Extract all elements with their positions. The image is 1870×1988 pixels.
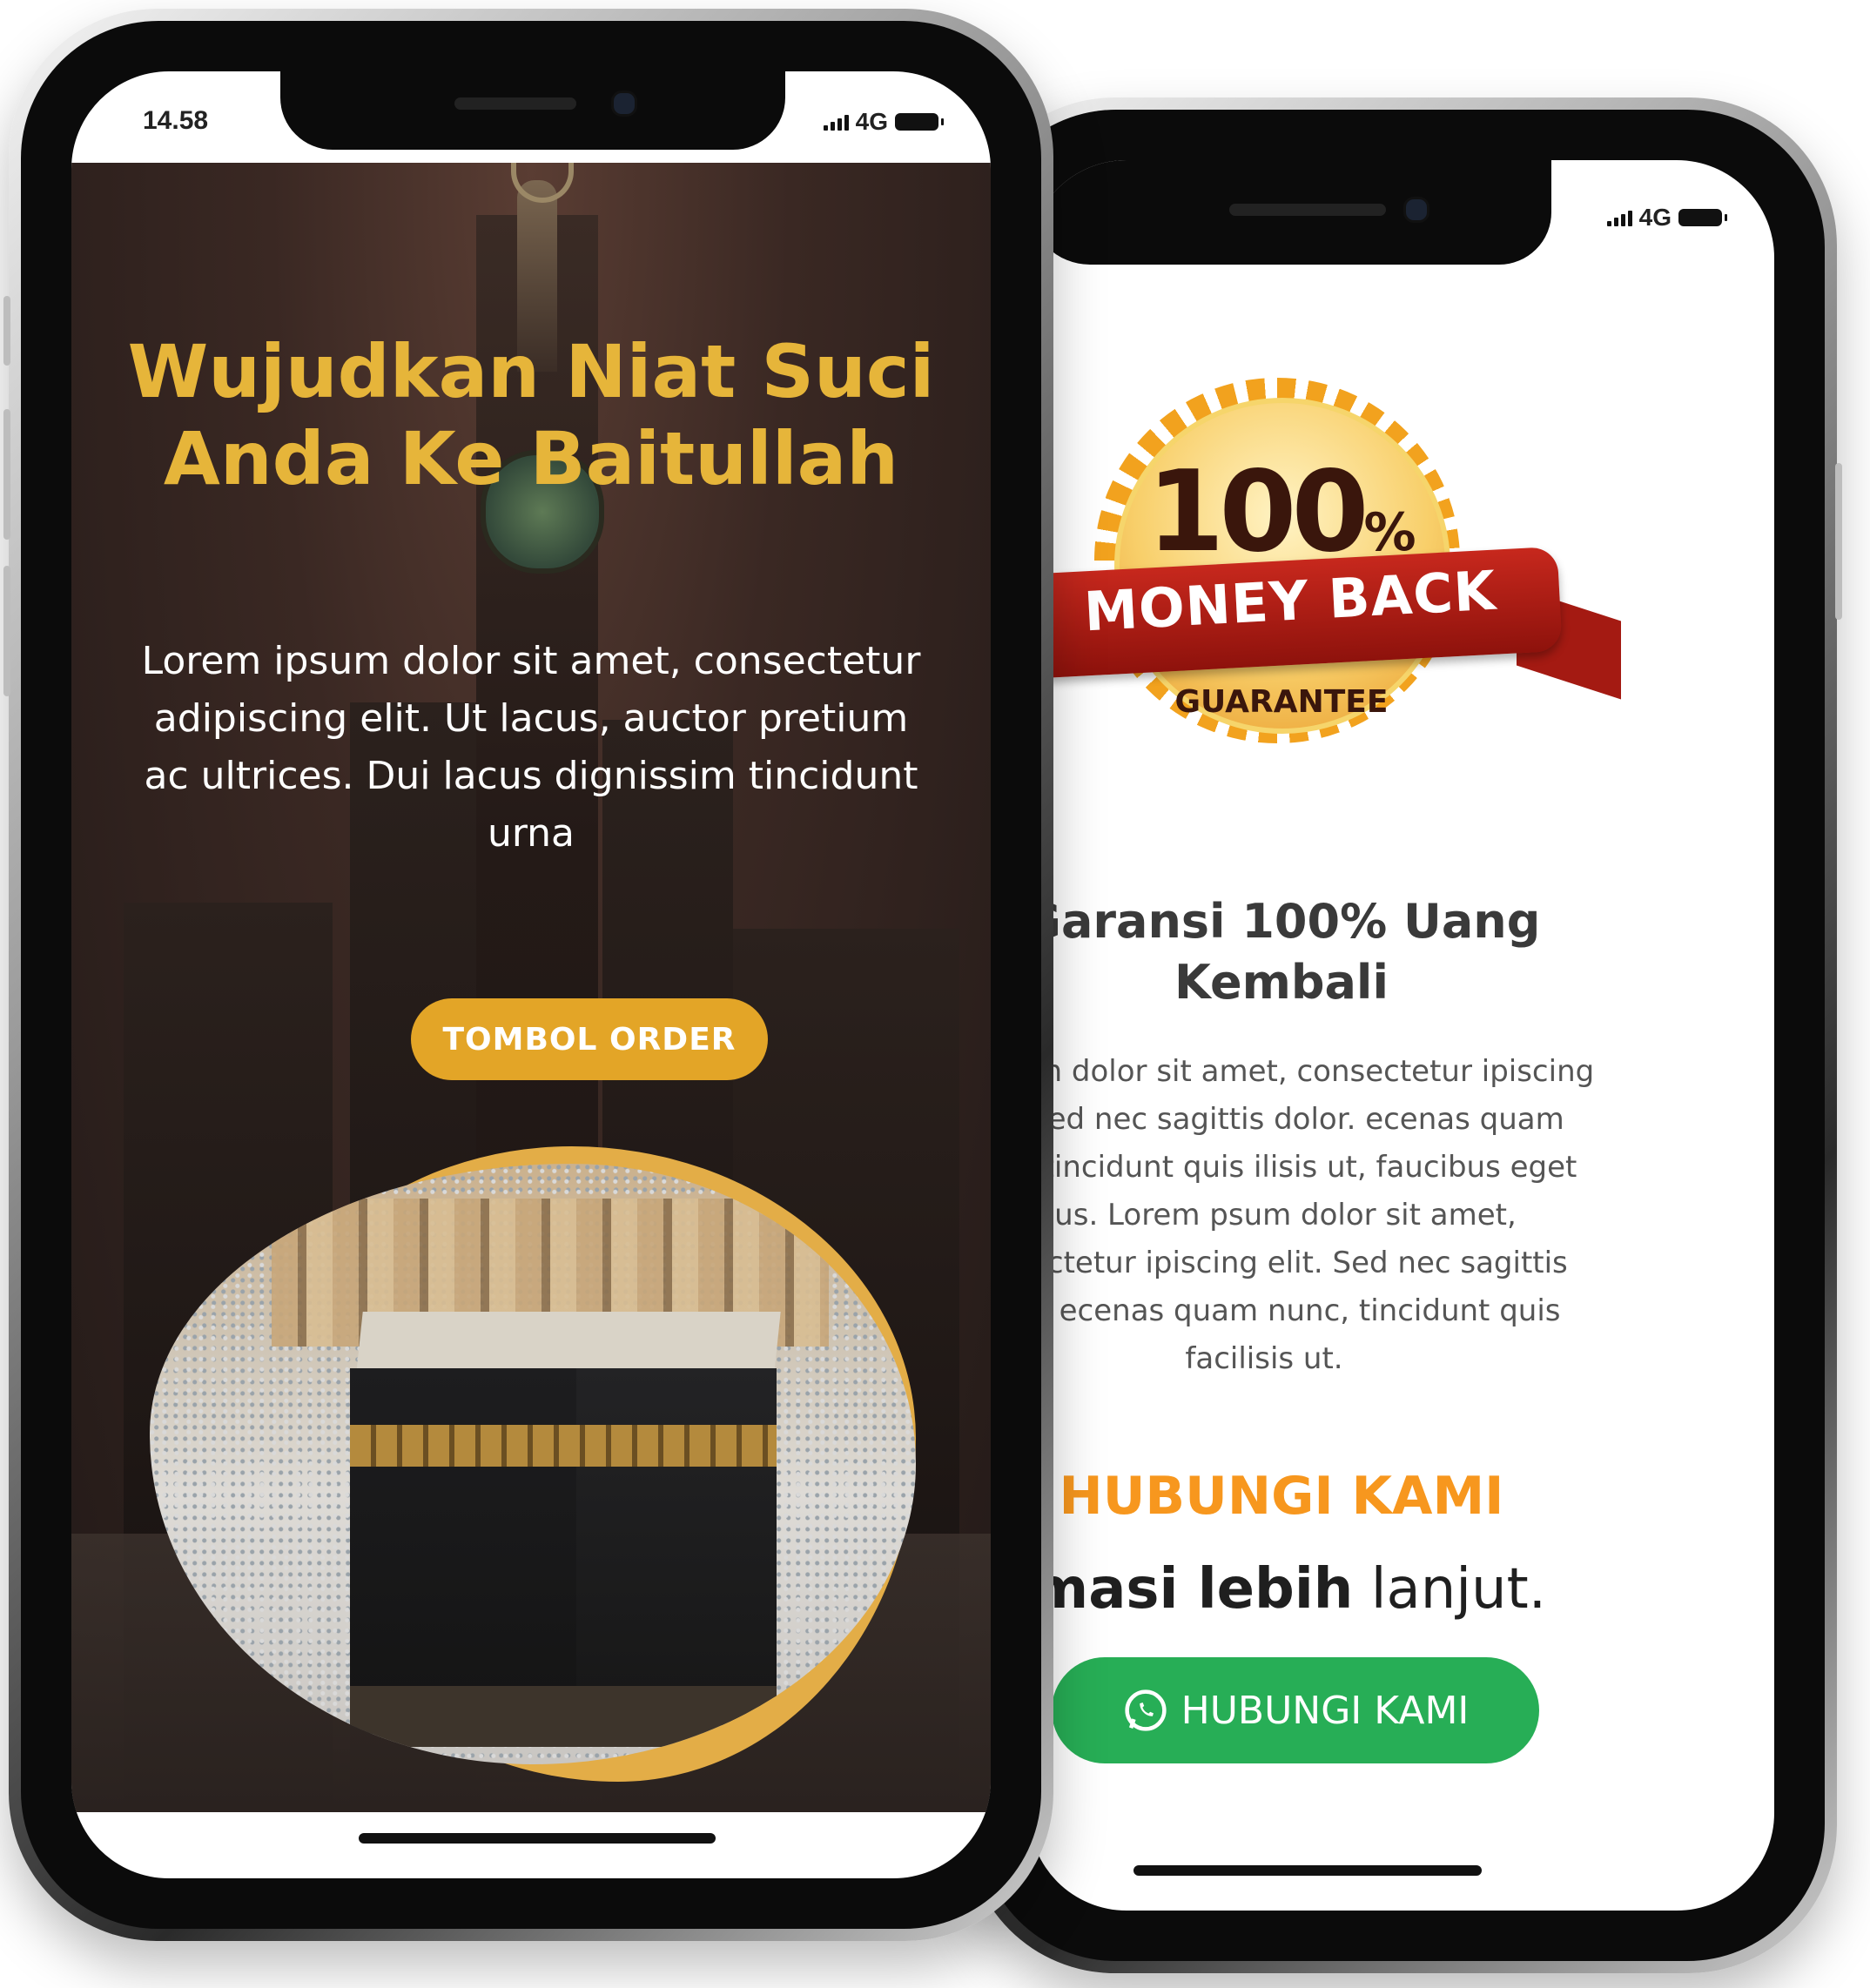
back-phone-screen: 4G 100% MONEY BACK GUARANTEE Garansi 100…: [1029, 160, 1774, 1911]
home-indicator: [359, 1833, 716, 1844]
kaaba-gold-band: [350, 1425, 777, 1467]
phone-bezel: 14.58 4G Wujudkan Niat Suci Anda Ke Bait…: [21, 21, 1041, 1929]
back-phone-mockup: 4G 100% MONEY BACK GUARANTEE Garansi 100…: [966, 97, 1842, 1973]
front-phone-mockup: 14.58 4G Wujudkan Niat Suci Anda Ke Bait…: [3, 9, 1053, 1941]
signal-icon: [1606, 209, 1632, 226]
hero-description: Lorem ipsum dolor sit amet, consectetur …: [141, 639, 921, 856]
front-phone-screen: 14.58 4G Wujudkan Niat Suci Anda Ke Bait…: [71, 71, 991, 1878]
home-indicator: [1133, 1865, 1482, 1876]
volume-down-button: [3, 566, 10, 696]
volume-up-button: [3, 409, 10, 540]
guarantee-description: m ipsum dolor sit amet, consectetur ipis…: [1029, 1054, 1595, 1376]
whatsapp-icon: [1124, 1689, 1167, 1731]
kaaba-face-right: [576, 1368, 777, 1725]
phone-bezel: 4G 100% MONEY BACK GUARANTEE Garansi 100…: [979, 110, 1825, 1961]
front-camera: [1403, 197, 1429, 223]
badge-guarantee-text: GUARANTEE: [1174, 684, 1389, 720]
money-back-badge: 100% MONEY BACK GUARANTEE: [1029, 378, 1656, 865]
kaaba-base: [350, 1686, 777, 1747]
speaker-grille: [1229, 204, 1386, 216]
status-time: 14.58: [143, 106, 209, 135]
kaaba-face-left: [350, 1368, 576, 1734]
front-camera: [611, 91, 637, 117]
contact-heading: HUBUNGI KAMI: [1059, 1466, 1504, 1527]
battery-icon: [1678, 209, 1727, 226]
hero-section: Wujudkan Niat Suci Anda Ke Baitullah Lor…: [71, 163, 991, 1812]
whatsapp-button-label: HUBUNGI KAMI: [1181, 1688, 1470, 1733]
battery-icon: [895, 113, 944, 131]
network-label: 4G: [1638, 204, 1672, 231]
phone-notch: [1029, 160, 1551, 265]
kaaba-image-blob: [150, 1146, 933, 1799]
kaaba-photo: [150, 1164, 916, 1764]
guarantee-title: Garansi 100% Uang Kembali: [1029, 894, 1541, 1010]
network-label: 4G: [855, 108, 888, 135]
hero-title: Wujudkan Niat Suci Anda Ke Baitullah: [127, 329, 935, 501]
mute-switch: [3, 296, 10, 366]
signal-icon: [823, 113, 849, 131]
speaker-grille: [454, 97, 576, 110]
power-button: [1835, 463, 1842, 620]
whatsapp-contact-button[interactable]: HUBUNGI KAMI: [1052, 1657, 1539, 1763]
order-button[interactable]: TOMBOL ORDER: [411, 998, 768, 1080]
status-bar-right: 4G: [823, 108, 944, 136]
phone-notch: [280, 71, 785, 150]
contact-info-line: ormasi lebih lanjut.: [1029, 1557, 1547, 1622]
status-bar-right: 4G: [1606, 204, 1727, 232]
